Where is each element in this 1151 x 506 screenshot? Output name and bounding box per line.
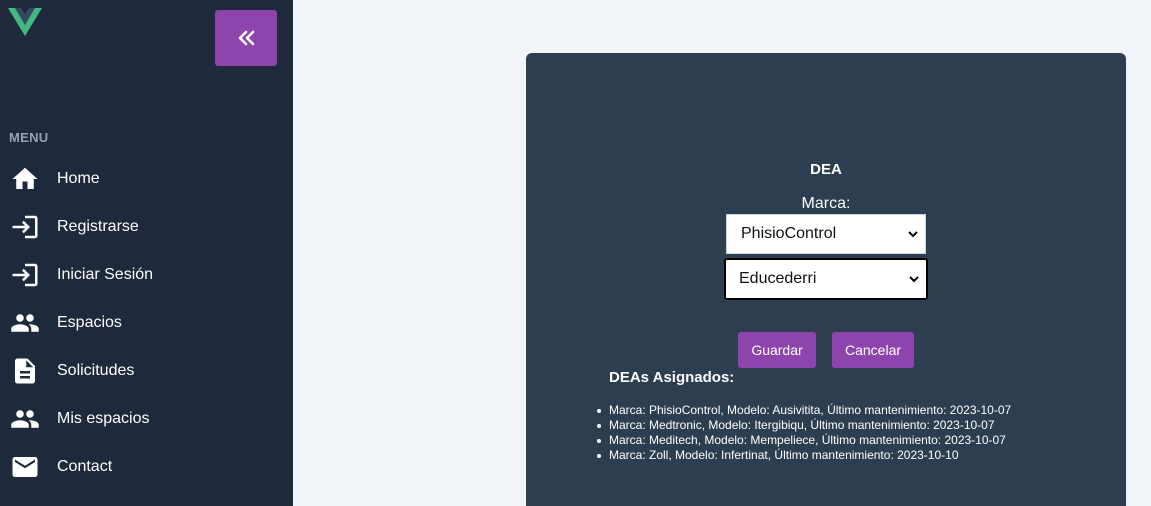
sidebar-item-registrarse[interactable]: Registrarse xyxy=(0,203,293,251)
sidebar-item-label: Contact xyxy=(57,458,113,475)
mail-icon xyxy=(10,452,40,482)
list-item: Marca: PhisioControl, Modelo: Ausivitita… xyxy=(596,403,1012,417)
sidebar-item-label: Mis espacios xyxy=(57,410,150,427)
sidebar-item-label: Solicitudes xyxy=(57,362,135,379)
save-button[interactable]: Guardar xyxy=(738,332,816,368)
document-icon xyxy=(10,356,40,386)
sidebar-nav: Home Registrarse Iniciar Sesión Espacios… xyxy=(0,155,293,491)
list-item: Marca: Medtronic, Modelo: Itergibiqu, Úl… xyxy=(596,418,1011,433)
sidebar-item-label: Espacios xyxy=(57,314,122,331)
collapse-sidebar-button[interactable] xyxy=(215,10,277,66)
assigned-title: DEAs Asignados: xyxy=(609,369,735,386)
modelo-select-value: Educederri xyxy=(739,270,817,287)
sidebar-item-mis-espacios[interactable]: Mis espacios xyxy=(0,395,293,443)
home-icon xyxy=(10,164,40,194)
sidebar-item-home[interactable]: Home xyxy=(0,155,293,203)
people-icon xyxy=(10,308,40,338)
card-title: DEA xyxy=(810,161,842,178)
dea-card: DEA Marca: PhisioControl Educederri Guar… xyxy=(526,53,1126,506)
login-icon xyxy=(10,212,40,242)
sidebar-item-espacios[interactable]: Espacios xyxy=(0,299,293,347)
sidebar-item-contact[interactable]: Contact xyxy=(0,443,293,491)
assigned-list: Marca: PhisioControl, Modelo: Ausivitita… xyxy=(596,403,1012,463)
sidebar-item-label: Iniciar Sesión xyxy=(57,266,154,283)
chevron-down-icon xyxy=(908,231,918,238)
sidebar-item-label: Registrarse xyxy=(57,218,139,235)
chevron-down-icon xyxy=(909,276,919,283)
marca-select[interactable]: PhisioControl xyxy=(726,214,926,254)
menu-heading: MENU xyxy=(9,130,49,145)
sidebar-item-solicitudes[interactable]: Solicitudes xyxy=(0,347,293,395)
marca-label: Marca: xyxy=(801,195,851,212)
double-chevron-left-icon xyxy=(238,30,255,46)
vue-logo-icon[interactable] xyxy=(8,8,42,36)
list-item: Marca: Zoll, Modelo: Infertinat, Último … xyxy=(596,448,1011,463)
login-icon xyxy=(10,260,40,290)
marca-select-value: PhisioControl xyxy=(741,225,837,242)
sidebar: MENU Home Registrarse Iniciar Sesión Esp… xyxy=(0,0,293,506)
cancel-button[interactable]: Cancelar xyxy=(832,332,914,368)
sidebar-item-iniciar-sesion[interactable]: Iniciar Sesión xyxy=(0,251,293,299)
modelo-select[interactable]: Educederri xyxy=(724,258,928,300)
people-icon xyxy=(10,404,40,434)
list-item: Marca: Meditech, Modelo: Mempeliece, Últ… xyxy=(596,433,1011,448)
sidebar-item-label: Home xyxy=(57,170,100,187)
